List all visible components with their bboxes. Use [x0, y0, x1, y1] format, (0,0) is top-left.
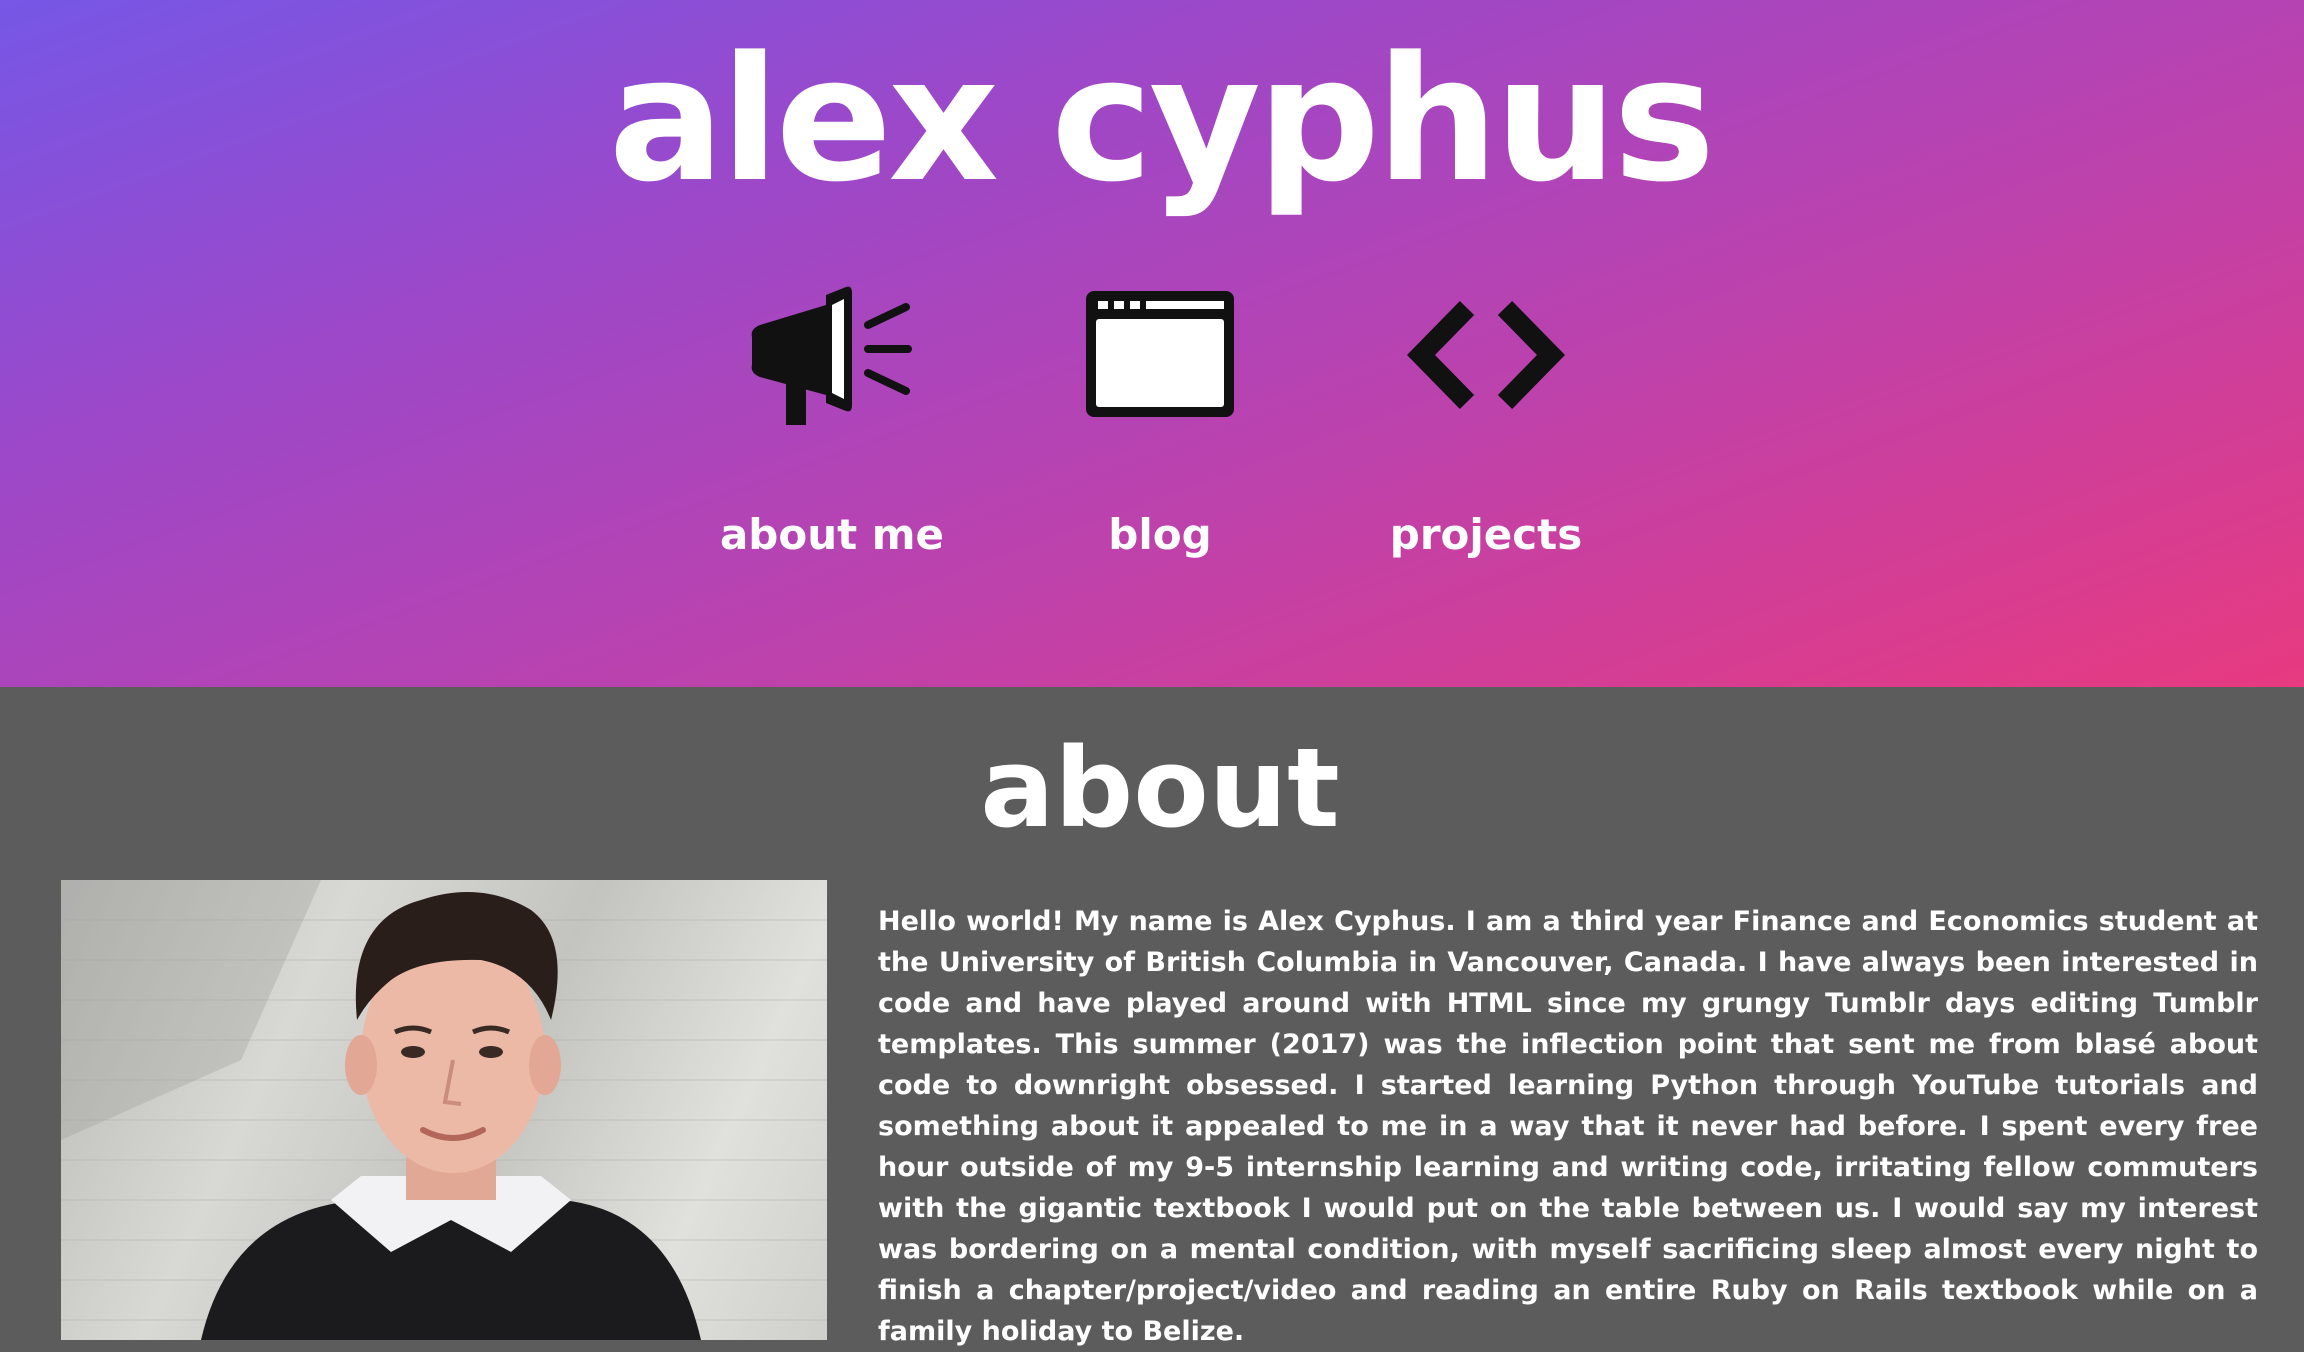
nav-blog[interactable]: blog: [1010, 270, 1310, 570]
nav-projects[interactable]: projects: [1336, 270, 1636, 570]
site-title: alex cyphus: [608, 19, 1716, 220]
nav-about-me[interactable]: about me: [682, 270, 982, 570]
megaphone-icon: [682, 270, 982, 440]
nav-projects-label: projects: [1389, 510, 1583, 559]
code-brackets-icon: [1336, 270, 1636, 440]
browser-window-icon: [1010, 270, 1310, 440]
about-bio: Hello world! My name is Alex Cyphus. I a…: [878, 906, 2258, 1347]
about-section: about Hello world! My name is Alex Cyphu…: [0, 687, 2304, 1347]
nav-about-me-label: about me: [719, 510, 945, 559]
about-heading: about: [980, 724, 1340, 852]
hero-header: alex cyphus about me blog projects: [0, 0, 2304, 687]
portrait-photo: [61, 880, 827, 1340]
nav-blog-label: blog: [1108, 510, 1212, 559]
